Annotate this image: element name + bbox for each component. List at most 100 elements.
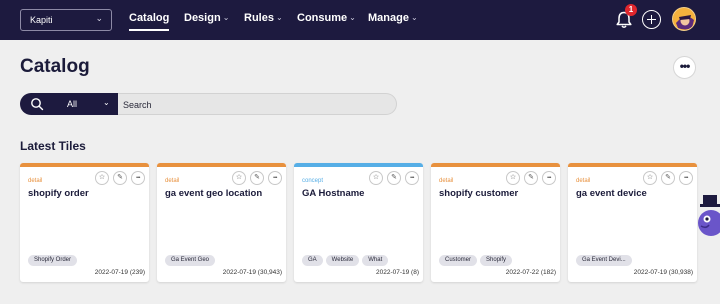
tile-type-strip bbox=[294, 163, 423, 167]
tile-type-label: detail bbox=[439, 178, 454, 184]
ellipsis-icon: ••• bbox=[679, 59, 691, 73]
tile-title[interactable]: ga event device bbox=[576, 188, 694, 199]
tag-chip[interactable]: Ga Event Geo bbox=[165, 255, 216, 266]
ellipsis-icon: ••• bbox=[136, 175, 140, 181]
ellipsis-icon: ••• bbox=[547, 175, 551, 181]
tile-footer-date: 2022-07-22 (182) bbox=[505, 269, 556, 276]
chevron-down-icon: ⌄ bbox=[275, 13, 283, 22]
tag-chip[interactable]: Website bbox=[325, 255, 360, 266]
ellipsis-icon: ••• bbox=[273, 175, 277, 181]
favorite-button[interactable]: ☆ bbox=[506, 171, 520, 185]
tile-tags: GA Website What bbox=[302, 255, 422, 266]
favorite-button[interactable]: ☆ bbox=[643, 171, 657, 185]
tile-type-label: detail bbox=[165, 178, 180, 184]
add-button[interactable] bbox=[642, 10, 661, 29]
avatar[interactable] bbox=[672, 7, 696, 31]
ellipsis-icon: ••• bbox=[684, 175, 688, 181]
search-scope-value: All bbox=[67, 99, 78, 109]
tile-actions: ☆ ✎ ••• bbox=[369, 171, 419, 185]
tag-chip[interactable]: Shopify Order bbox=[28, 255, 78, 266]
edit-button[interactable]: ✎ bbox=[661, 171, 675, 185]
more-button[interactable]: ••• bbox=[679, 171, 693, 185]
tile-tags: Ga Event Devi... bbox=[576, 255, 696, 266]
tile-title[interactable]: shopify order bbox=[28, 188, 146, 199]
edit-button[interactable]: ✎ bbox=[113, 171, 127, 185]
star-icon: ☆ bbox=[372, 174, 380, 181]
more-button[interactable]: ••• bbox=[542, 171, 556, 185]
chevron-down-icon: ⌄ bbox=[349, 13, 356, 22]
chevron-down-icon: ⌄ bbox=[95, 13, 103, 23]
tag-chip[interactable]: GA bbox=[302, 255, 323, 266]
nav-design[interactable]: Design ⌄ bbox=[184, 12, 229, 24]
tile-title[interactable]: shopify customer bbox=[439, 188, 557, 199]
latest-tiles-heading: Latest Tiles bbox=[20, 139, 86, 153]
pencil-icon: ✎ bbox=[528, 174, 534, 181]
nav-rules-label: Rules bbox=[244, 12, 274, 24]
nav-consume-label: Consume bbox=[297, 12, 348, 24]
page-title: Catalog bbox=[20, 56, 90, 77]
tag-chip[interactable]: What bbox=[362, 255, 389, 266]
favorite-button[interactable]: ☆ bbox=[369, 171, 383, 185]
tile-tags: Customer Shopify bbox=[439, 255, 559, 266]
tile-title[interactable]: ga event geo location bbox=[165, 188, 283, 199]
tile-footer-date: 2022-07-19 (30,943) bbox=[222, 269, 282, 276]
chevron-down-icon: ⌄ bbox=[410, 13, 418, 22]
pencil-icon: ✎ bbox=[117, 174, 123, 181]
search-bar: All ⌄ Search bbox=[20, 93, 397, 115]
workspace-select[interactable]: Kapiti ⌄ bbox=[20, 9, 112, 31]
nav-manage[interactable]: Manage ⌄ bbox=[368, 12, 418, 24]
search-icon bbox=[31, 98, 44, 111]
tile-tags: Shopify Order bbox=[28, 255, 148, 266]
edit-button[interactable]: ✎ bbox=[387, 171, 401, 185]
tile-footer-date: 2022-07-19 (30,938) bbox=[633, 269, 693, 276]
chevron-down-icon: ⌄ bbox=[222, 13, 230, 22]
tag-chip[interactable]: Ga Event Devi... bbox=[576, 255, 632, 266]
nav-design-label: Design bbox=[184, 12, 221, 24]
nav-rules[interactable]: Rules ⌄ bbox=[244, 12, 283, 24]
notification-badge: 1 bbox=[625, 4, 637, 16]
tile-type-label: detail bbox=[28, 178, 43, 184]
tile-title[interactable]: GA Hostname bbox=[302, 188, 420, 199]
catalog-tile[interactable]: detail ga event device ☆ ✎ ••• Ga Event Devi.… bbox=[568, 163, 697, 282]
workspace-select-value: Kapiti bbox=[30, 15, 53, 25]
search-scope-select[interactable]: All ⌄ bbox=[20, 93, 118, 115]
favorite-button[interactable]: ☆ bbox=[232, 171, 246, 185]
tile-actions: ☆ ✎ ••• bbox=[232, 171, 282, 185]
tag-chip[interactable]: Shopify bbox=[480, 255, 513, 266]
catalog-tile[interactable]: detail shopify order ☆ ✎ ••• Shopify Order 202… bbox=[20, 163, 149, 282]
catalog-tile[interactable]: detail ga event geo location ☆ ✎ ••• Ga Event… bbox=[157, 163, 286, 282]
favorite-button[interactable]: ☆ bbox=[95, 171, 109, 185]
tile-actions: ☆ ✎ ••• bbox=[506, 171, 556, 185]
tile-type-strip bbox=[20, 163, 149, 167]
tile-type-strip bbox=[568, 163, 697, 167]
tag-chip[interactable]: Customer bbox=[439, 255, 478, 266]
catalog-tile[interactable]: detail shopify customer ☆ ✎ ••• Customer Shopi… bbox=[431, 163, 560, 282]
nav-catalog[interactable]: Catalog bbox=[129, 12, 170, 31]
avatar-image bbox=[673, 8, 695, 30]
tile-type-strip bbox=[431, 163, 560, 167]
more-button[interactable]: ••• bbox=[405, 171, 419, 185]
more-button[interactable]: ••• bbox=[268, 171, 282, 185]
nav-manage-label: Manage bbox=[368, 12, 409, 24]
edit-button[interactable]: ✎ bbox=[250, 171, 264, 185]
tile-footer-date: 2022-07-19 (8) bbox=[376, 269, 419, 276]
edit-button[interactable]: ✎ bbox=[524, 171, 538, 185]
tile-actions: ☆ ✎ ••• bbox=[95, 171, 145, 185]
top-navbar: Kapiti ⌄ Catalog Design ⌄ Rules ⌄ Consume ⌄… bbox=[0, 0, 720, 40]
tile-footer-date: 2022-07-19 (239) bbox=[94, 269, 145, 276]
search-input[interactable]: Search bbox=[118, 93, 397, 115]
pencil-icon: ✎ bbox=[254, 174, 260, 181]
tile-type-strip bbox=[157, 163, 286, 167]
ellipsis-icon: ••• bbox=[410, 175, 414, 181]
pencil-icon: ✎ bbox=[665, 174, 671, 181]
star-icon: ☆ bbox=[509, 174, 517, 181]
more-button[interactable]: ••• bbox=[131, 171, 145, 185]
tile-type-label: concept bbox=[302, 178, 324, 184]
page-more-button[interactable]: ••• bbox=[673, 56, 696, 79]
star-icon: ☆ bbox=[646, 174, 654, 181]
catalog-tile[interactable]: concept GA Hostname ☆ ✎ ••• GA Website What 2022… bbox=[294, 163, 423, 282]
mascot-helper-icon[interactable] bbox=[697, 193, 720, 243]
nav-consume[interactable]: Consume ⌄ bbox=[297, 12, 356, 24]
tile-type-label: detail bbox=[576, 178, 591, 184]
pencil-icon: ✎ bbox=[391, 174, 397, 181]
